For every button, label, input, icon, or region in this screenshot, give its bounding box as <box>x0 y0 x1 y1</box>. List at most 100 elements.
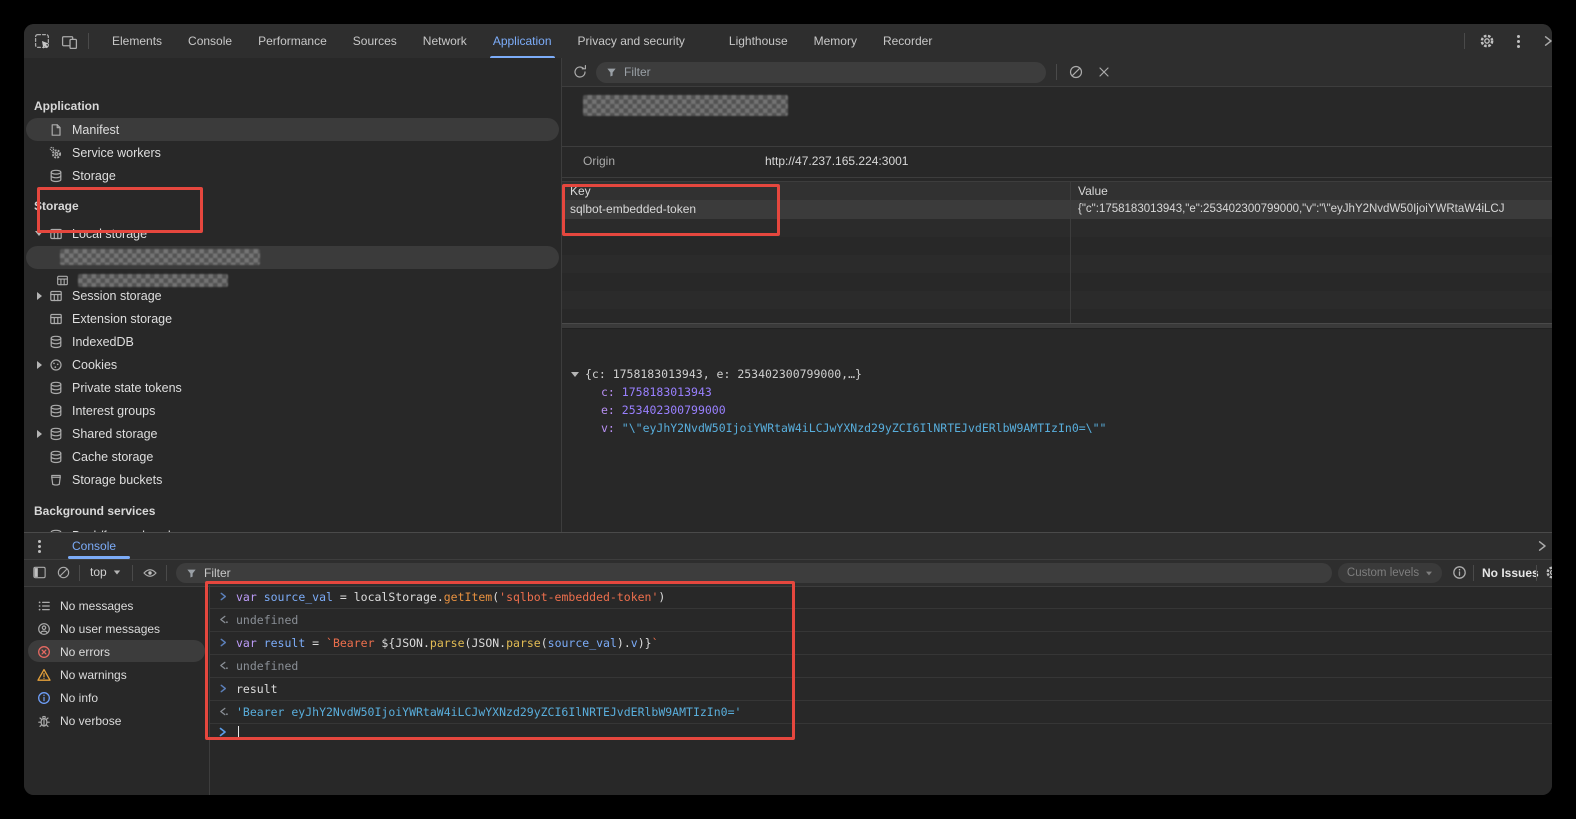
user-icon <box>36 621 51 636</box>
issues-count[interactable]: No Issues <box>1482 566 1539 580</box>
console-sidebar-toggle-icon[interactable] <box>32 565 47 580</box>
refresh-icon[interactable] <box>572 64 588 80</box>
tab-memory[interactable]: Memory <box>801 24 870 58</box>
database-icon <box>48 403 64 419</box>
storage-value-cell[interactable]: {"c":1758183013943,"e":253402300799000,"… <box>1078 203 1552 215</box>
tab-application[interactable]: Application <box>480 24 565 58</box>
tab-sources[interactable]: Sources <box>340 24 410 58</box>
sidebar-item-interest-groups[interactable]: Interest groups <box>24 399 561 422</box>
console-command[interactable]: result <box>210 677 1552 701</box>
database-icon <box>48 449 64 465</box>
sidebar-item-cache-storage[interactable]: Cache storage <box>24 445 561 468</box>
drawer-menu-icon[interactable] <box>38 545 41 548</box>
console-result[interactable]: undefined <box>210 608 1552 632</box>
storage-view-header <box>562 86 1552 147</box>
clear-console-icon[interactable] <box>56 565 71 580</box>
devtools-tabbar: Elements Console Performance Sources Net… <box>24 24 1552 59</box>
tab-console[interactable]: Console <box>175 24 245 58</box>
sidebar-item-extension-storage[interactable]: Extension storage <box>24 307 561 330</box>
json-preview-prop-e: e: 253402300799000 <box>601 401 726 419</box>
console-filter-user-messages[interactable]: No user messages <box>24 617 209 640</box>
sidebar-item-manifest[interactable]: Manifest <box>24 118 561 141</box>
console-filter-input[interactable]: Filter <box>176 563 1332 583</box>
sidebar-item-service-workers[interactable]: Service workers <box>24 141 561 164</box>
redacted-storage-title <box>583 95 788 116</box>
storage-panel-toolbar: Filter <box>562 58 1552 87</box>
tab-performance[interactable]: Performance <box>245 24 340 58</box>
chevron-right-icon[interactable] <box>32 292 46 300</box>
console-result[interactable]: 'Bearer eyJhY2NvdW50IjoiYWRtaW4iLCJwYXNz… <box>210 700 1552 724</box>
json-preview-prop-c: c: 1758183013943 <box>601 383 712 401</box>
sidebar-item-shared-storage[interactable]: Shared storage <box>24 422 561 445</box>
toolbar-divider <box>88 33 89 49</box>
chevron-down-icon <box>113 570 119 574</box>
device-toolbar-icon[interactable] <box>61 33 78 50</box>
settings-gear-icon[interactable] <box>1479 33 1495 49</box>
console-filter-all-messages[interactable]: No messages <box>24 594 209 617</box>
toolbar-divider <box>1056 64 1057 80</box>
chevron-right-icon[interactable] <box>32 361 46 369</box>
console-filter-verbose[interactable]: No verbose <box>24 709 209 732</box>
tab-recorder[interactable]: Recorder <box>870 24 945 58</box>
tab-elements[interactable]: Elements <box>99 24 175 58</box>
console-settings-gear-icon[interactable] <box>1545 565 1552 580</box>
sidebar-item-storage-buckets[interactable]: Storage buckets <box>24 468 561 491</box>
clear-storage-icon[interactable] <box>1068 64 1084 80</box>
sidebar-item-storage[interactable]: Storage <box>24 164 561 187</box>
panel-tabs: Elements Console Performance Sources Net… <box>99 24 945 58</box>
chevron-down-icon[interactable] <box>32 231 46 236</box>
console-filter-info[interactable]: No info <box>24 686 209 709</box>
text-cursor <box>238 726 239 739</box>
column-divider[interactable] <box>1070 181 1071 323</box>
console-result[interactable]: undefined <box>210 654 1552 678</box>
key-column-header[interactable]: Key <box>570 184 591 198</box>
table-icon <box>48 288 64 304</box>
sidebar-item-session-storage[interactable]: Session storage <box>24 284 561 307</box>
console-messages: var source_val = localStorage.getItem('s… <box>210 585 1552 795</box>
live-expression-eye-icon[interactable] <box>142 565 158 581</box>
chevron-right-icon[interactable] <box>32 430 46 438</box>
json-preview-root[interactable]: {c: 1758183013943, e: 253402300799000,…} <box>571 365 862 383</box>
database-icon <box>48 334 64 350</box>
tab-network[interactable]: Network <box>410 24 480 58</box>
console-filter-errors[interactable]: No errors <box>24 640 209 663</box>
value-column-header[interactable]: Value <box>1078 184 1108 198</box>
sidebar-item-indexeddb[interactable]: IndexedDB <box>24 330 561 353</box>
origin-row: Origin http://47.237.165.224:3001 <box>562 146 1552 178</box>
sidebar-item-cookies[interactable]: Cookies <box>24 353 561 376</box>
sidebar-item-back-forward-cache[interactable]: Back/forward cache <box>24 524 561 532</box>
console-command[interactable]: var source_val = localStorage.getItem('s… <box>210 585 1552 609</box>
inspect-element-icon[interactable] <box>34 33 51 50</box>
sidebar-section-application: Application <box>34 94 99 117</box>
tab-privacy-and-security[interactable]: Privacy and security <box>565 24 698 58</box>
console-prompt-chevron-icon <box>210 727 236 737</box>
delete-selected-icon[interactable] <box>1096 64 1112 80</box>
console-input-chevron-icon <box>210 638 236 647</box>
info-icon <box>36 690 51 705</box>
log-levels-dropdown[interactable]: Custom levels <box>1338 563 1442 583</box>
preview-splitter[interactable] <box>562 323 1552 329</box>
sidebar-item-private-state-tokens[interactable]: Private state tokens <box>24 376 561 399</box>
console-output-arrow-icon <box>210 615 236 624</box>
storage-row-sqlbot-embedded-token[interactable]: sqlbot-embedded-token {"c":1758183013943… <box>562 200 1552 219</box>
tab-lighthouse[interactable]: Lighthouse <box>716 24 801 58</box>
dock-chevron-icon[interactable] <box>1542 35 1552 47</box>
drawer-chevron-icon[interactable] <box>1536 540 1548 552</box>
sidebar-item-local-storage[interactable]: Local storage <box>24 222 561 245</box>
database-icon <box>48 426 64 442</box>
sidebar-section-storage: Storage <box>34 194 79 217</box>
table-icon <box>48 311 64 327</box>
execution-context-selector[interactable]: top <box>90 565 121 579</box>
console-command[interactable]: var result = `Bearer ${JSON.parse(JSON.p… <box>210 631 1552 655</box>
error-icon <box>36 644 51 659</box>
storage-filter-input[interactable]: Filter <box>596 62 1046 83</box>
more-options-icon[interactable] <box>1517 40 1520 43</box>
console-prompt[interactable] <box>210 723 1552 741</box>
console-filter-warnings[interactable]: No warnings <box>24 663 209 686</box>
chevron-down-icon[interactable] <box>571 372 579 377</box>
redacted-origin-text <box>60 249 260 265</box>
issues-info-icon[interactable] <box>1452 565 1467 580</box>
json-preview-prop-v: v: "\"eyJhY2NvdW50IjoiYWRtaW4iLCJwYXNzd2… <box>601 419 1106 437</box>
toolbar-divider <box>1464 33 1465 49</box>
storage-key-cell[interactable]: sqlbot-embedded-token <box>570 202 696 216</box>
